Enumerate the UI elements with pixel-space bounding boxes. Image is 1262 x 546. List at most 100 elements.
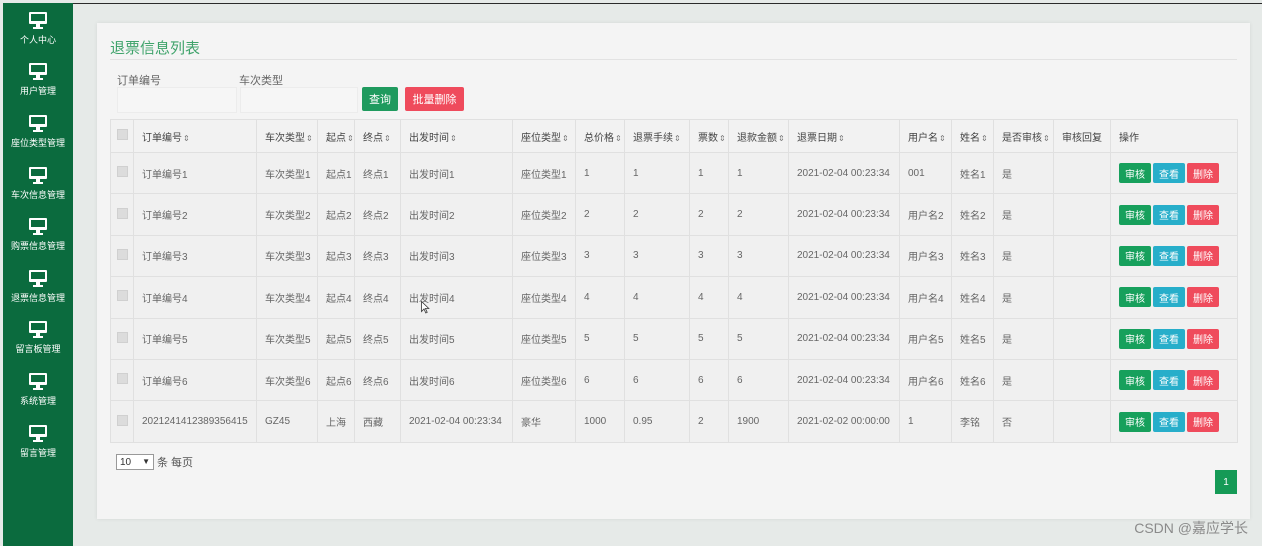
delete-button[interactable]: 删除	[1187, 411, 1219, 432]
order-number-input[interactable]	[117, 87, 237, 113]
review-button[interactable]: 审核	[1119, 328, 1151, 349]
column-header[interactable]: 终点⇕	[354, 119, 401, 153]
row-checkbox[interactable]	[116, 373, 128, 385]
select-all-checkbox[interactable]	[116, 129, 128, 140]
delete-button[interactable]: 删除	[1187, 370, 1219, 391]
column-header[interactable]: 起点⇕	[317, 119, 355, 153]
sort-icon[interactable]: ⇕	[562, 134, 569, 143]
sort-icon[interactable]: ⇕	[939, 134, 946, 143]
table-cell: 是	[993, 151, 1054, 195]
column-header[interactable]: 订单编号⇕	[133, 119, 257, 153]
sort-icon[interactable]: ⇕	[1043, 134, 1050, 143]
sidebar-item-label: 用户管理	[19, 86, 56, 97]
table-cell: 6	[689, 358, 729, 402]
table-cell: 0.95	[624, 400, 690, 443]
row-checkbox-cell[interactable]	[110, 400, 134, 443]
sort-icon[interactable]: ⇕	[183, 134, 190, 143]
query-button[interactable]: 查询	[362, 87, 398, 111]
row-checkbox[interactable]	[116, 331, 128, 343]
refund-table: 订单编号⇕ 车次类型⇕ 起点⇕ 终点⇕ 出发时间⇕ 座位类型⇕ 总价格⇕ 退票手续⇕ 票数⇕ 退款…	[110, 119, 1238, 443]
column-header[interactable]: 票数⇕	[689, 119, 729, 153]
sidebar-item[interactable]: 系统管理	[3, 364, 73, 416]
view-button[interactable]: 查看	[1153, 287, 1185, 308]
batch-delete-button[interactable]: 批量删除	[405, 87, 464, 111]
view-button[interactable]: 查看	[1153, 204, 1185, 225]
review-button[interactable]: 审核	[1119, 370, 1151, 391]
view-button[interactable]: 查看	[1153, 245, 1185, 266]
column-header[interactable]: 座位类型⇕	[512, 119, 576, 153]
row-checkbox[interactable]	[116, 248, 128, 260]
view-button[interactable]: 查看	[1153, 370, 1185, 391]
sort-icon[interactable]: ⇕	[450, 134, 457, 143]
row-checkbox-cell[interactable]	[110, 358, 134, 402]
row-checkbox[interactable]	[116, 207, 128, 219]
sidebar-item[interactable]: 留言板管理	[3, 313, 73, 365]
sort-icon[interactable]: ⇕	[384, 134, 391, 143]
sort-icon[interactable]: ⇕	[347, 134, 354, 143]
column-header[interactable]: 姓名⇕	[951, 119, 994, 153]
view-button[interactable]: 查看	[1153, 163, 1185, 184]
row-checkbox[interactable]	[116, 414, 128, 426]
page-size-select[interactable]: 10 ▼	[116, 454, 154, 470]
view-button[interactable]: 查看	[1153, 411, 1185, 432]
review-button[interactable]: 审核	[1119, 245, 1151, 266]
row-checkbox-cell[interactable]	[110, 151, 134, 195]
sort-icon[interactable]: ⇕	[838, 134, 845, 143]
table-cell: 座位类型2	[512, 193, 576, 236]
column-header[interactable]: 车次类型⇕	[256, 119, 318, 153]
table-cell: 6	[624, 358, 690, 402]
column-header[interactable]: 退款金额⇕	[728, 119, 789, 153]
sort-icon[interactable]: ⇕	[674, 134, 681, 143]
page-button-1[interactable]: 1	[1215, 470, 1237, 494]
train-type-input[interactable]	[240, 87, 358, 113]
column-header[interactable]: 退票手续⇕	[624, 119, 690, 153]
view-button[interactable]: 查看	[1153, 328, 1185, 349]
row-checkbox[interactable]	[116, 290, 128, 302]
delete-button[interactable]: 删除	[1187, 204, 1219, 225]
sort-icon[interactable]: ⇕	[719, 134, 726, 143]
sidebar-item[interactable]: 购票信息管理	[3, 209, 73, 261]
column-header-label: 姓名	[960, 132, 980, 144]
page-size-control: 10 ▼ 条 每页	[116, 454, 193, 470]
sidebar-item[interactable]: 车次信息管理	[3, 158, 73, 210]
table-cell: 用户名4	[899, 276, 952, 319]
row-checkbox-cell[interactable]	[110, 276, 134, 319]
select-all-checkbox-cell[interactable]	[110, 119, 134, 153]
delete-button[interactable]: 删除	[1187, 245, 1219, 266]
row-checkbox-cell[interactable]	[110, 317, 134, 360]
table-cell: 西藏	[354, 400, 401, 443]
row-checkbox-cell[interactable]	[110, 234, 134, 278]
sort-icon[interactable]: ⇕	[778, 134, 785, 143]
column-header[interactable]: 是否审核⇕	[993, 119, 1054, 153]
sidebar-item[interactable]: 用户管理	[3, 55, 73, 107]
row-checkbox-cell[interactable]	[110, 193, 134, 236]
monitor-icon	[29, 114, 47, 132]
delete-button[interactable]: 删除	[1187, 163, 1219, 184]
sidebar-item[interactable]: 个人中心	[3, 3, 73, 55]
review-button[interactable]: 审核	[1119, 411, 1151, 432]
table-cell: 3	[575, 234, 625, 278]
column-header[interactable]: 退票日期⇕	[788, 119, 900, 153]
column-header[interactable]: 出发时间⇕	[400, 119, 513, 153]
sidebar-item[interactable]: 退票信息管理	[3, 261, 73, 313]
delete-button[interactable]: 删除	[1187, 328, 1219, 349]
main-card: 退票信息列表 订单编号 车次类型 查询 批量删除 订单编号⇕ 车次类型⇕ 起点⇕…	[97, 23, 1250, 519]
column-header[interactable]: 用户名⇕	[899, 119, 952, 153]
review-button[interactable]: 审核	[1119, 163, 1151, 184]
column-header-label: 订单编号	[142, 132, 182, 144]
table-cell: 用户名6	[899, 358, 952, 402]
column-header-label: 终点	[363, 132, 383, 144]
sidebar-item[interactable]: 座位类型管理	[3, 106, 73, 158]
sidebar-item-label: 退票信息管理	[10, 292, 65, 303]
delete-button[interactable]: 删除	[1187, 287, 1219, 308]
table-cell	[1053, 276, 1111, 319]
sort-icon[interactable]: ⇕	[306, 134, 313, 143]
sort-icon[interactable]: ⇕	[981, 134, 988, 143]
table-cell: 是	[993, 234, 1054, 278]
row-checkbox[interactable]	[116, 166, 128, 178]
sort-icon[interactable]: ⇕	[615, 134, 622, 143]
column-header[interactable]: 总价格⇕	[575, 119, 625, 153]
review-button[interactable]: 审核	[1119, 287, 1151, 308]
sidebar-item[interactable]: 留言管理	[3, 416, 73, 468]
review-button[interactable]: 审核	[1119, 204, 1151, 225]
